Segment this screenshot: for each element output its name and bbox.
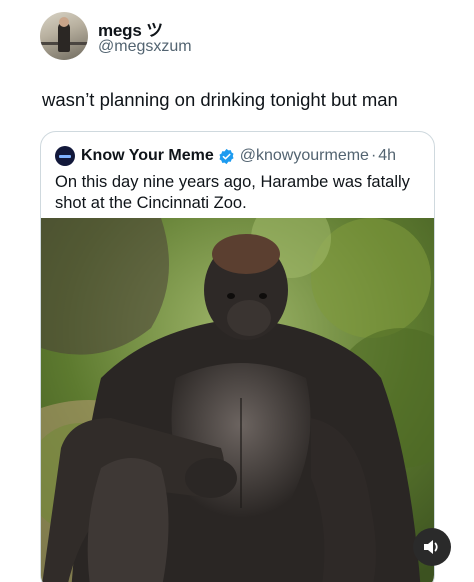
- separator-dot: ·: [370, 147, 377, 164]
- know-your-meme-logo-icon[interactable]: [55, 146, 75, 166]
- gorilla-photo[interactable]: [41, 218, 435, 582]
- avatar-head: [59, 17, 69, 27]
- quoted-tweet-text: On this day nine years ago, Harambe was …: [55, 173, 410, 212]
- avatar[interactable]: [40, 12, 88, 60]
- quoted-timestamp[interactable]: 4h: [378, 147, 396, 165]
- social-post: megs ツ @megsxzum wasn’t planning on drin…: [0, 0, 474, 582]
- post-text: wasn’t planning on drinking tonight but …: [42, 89, 398, 110]
- verified-badge-icon: [219, 148, 234, 164]
- author-handle[interactable]: @megsxzum: [98, 38, 192, 56]
- quoted-tweet-card[interactable]: Know Your Meme @knowyourmeme · 4h On thi…: [40, 131, 435, 582]
- quoted-author-handle[interactable]: @knowyourmeme: [240, 147, 369, 165]
- speaker-volume-icon[interactable]: [413, 528, 451, 566]
- quoted-author-name[interactable]: Know Your Meme: [81, 147, 214, 165]
- quoted-tweet-header: Know Your Meme @knowyourmeme · 4h: [55, 145, 396, 167]
